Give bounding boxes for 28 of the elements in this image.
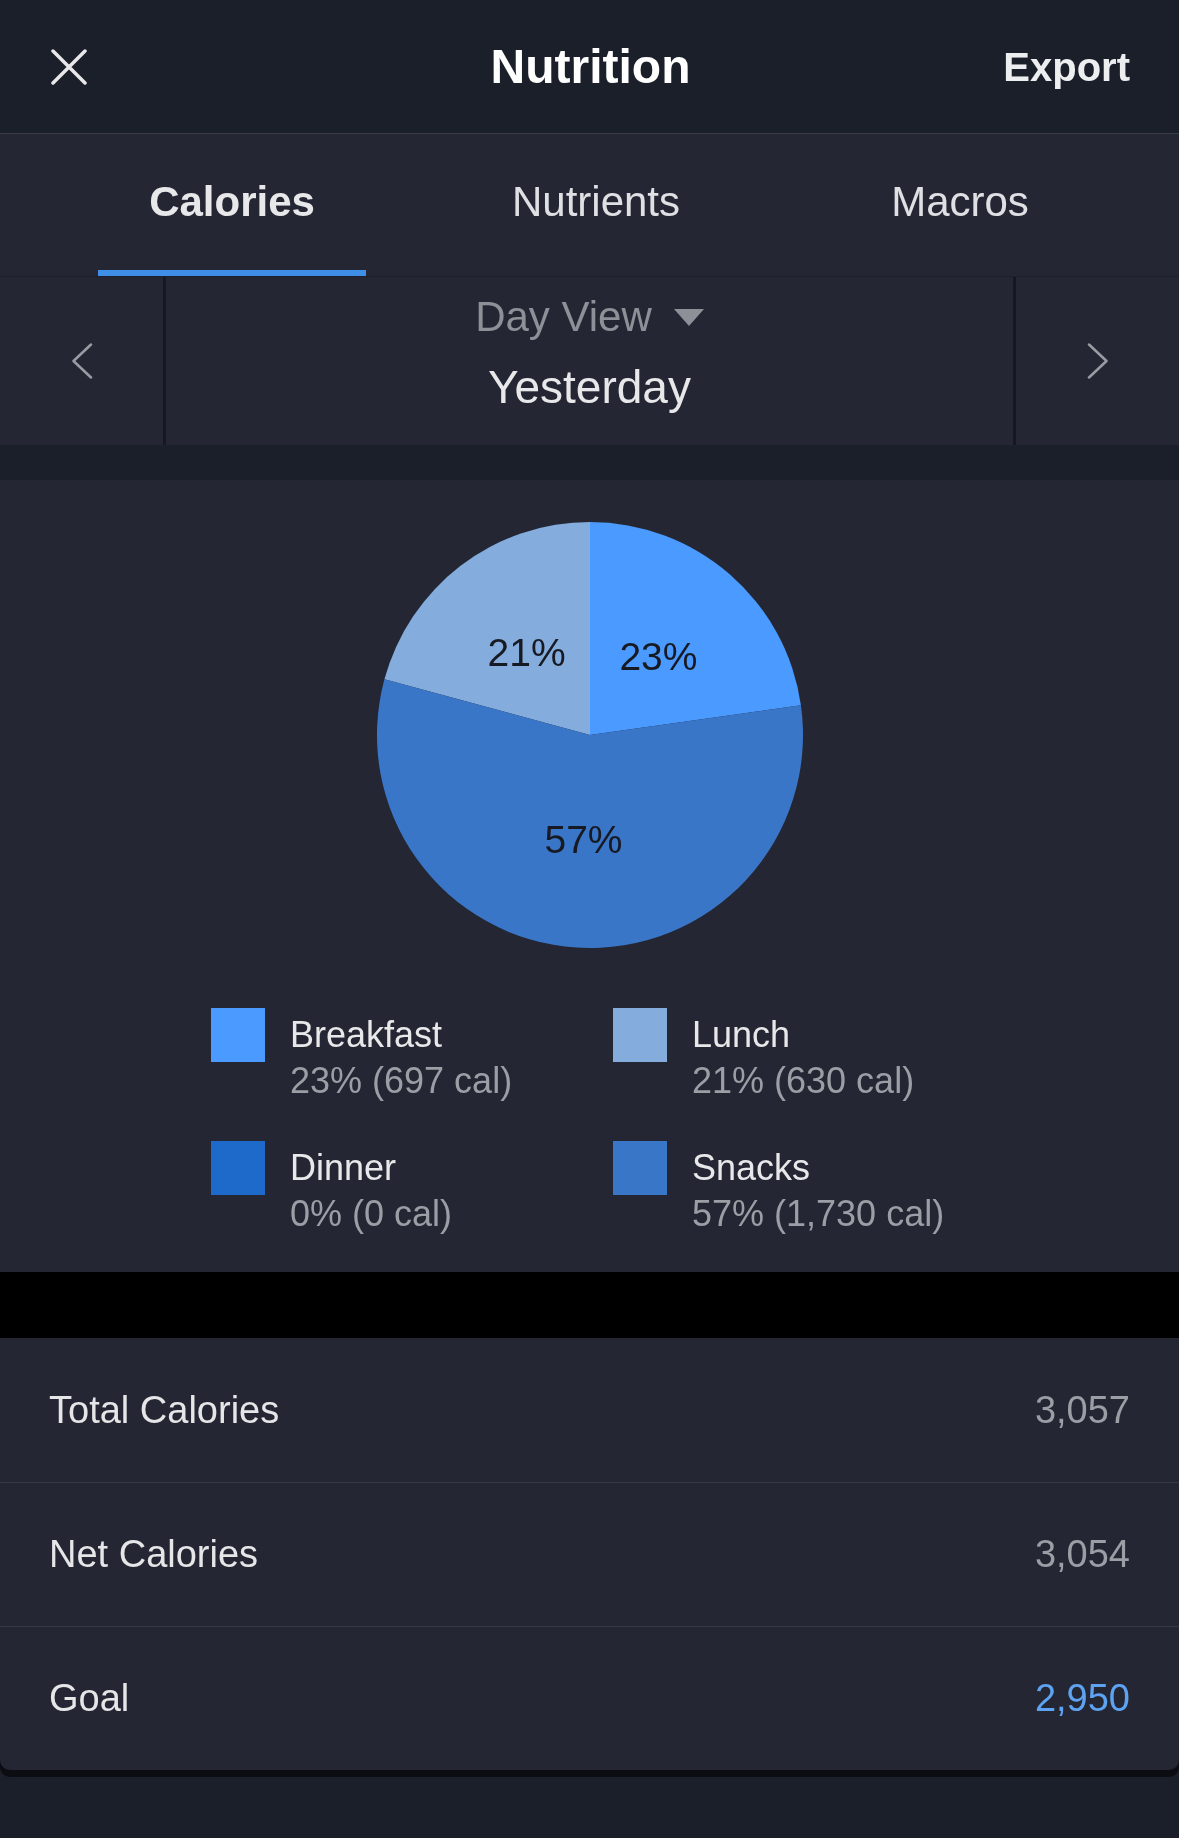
close-icon [51,48,87,85]
screen-title: Nutrition [490,38,691,95]
summary-label: Goal [49,1677,130,1720]
legend-detail: 21% (630 cal) [692,1059,915,1103]
caret-icon [673,308,704,326]
close-button[interactable] [51,48,87,85]
chevron-left-icon [70,343,93,379]
legend-detail: 23% (697 cal) [290,1059,513,1103]
date-label: Yesterday [488,360,691,415]
legend-detail: 57% (1,730 cal) [692,1192,945,1236]
slice-label: 21% [487,630,566,674]
slice-label: 57% [544,817,623,861]
legend-label: Lunch [692,1013,792,1057]
summary-value: 3,057 [1034,1388,1130,1432]
tab[interactable]: Macros [826,134,1094,276]
summary-value[interactable]: 2,950 [1034,1677,1130,1720]
slice-label: 23% [618,634,697,678]
chevron-right-icon [1086,343,1109,379]
export-button[interactable]: Export [1003,42,1130,91]
summary-label: Total Calories [49,1388,280,1432]
view-dropdown[interactable]: Day View [475,292,704,342]
legend-label: Snacks [692,1146,812,1190]
legend-label: Dinner [290,1146,398,1190]
tab[interactable]: Nutrients [462,134,730,276]
legend-label: Breakfast [290,1013,444,1057]
legend-detail: 0% (0 cal) [290,1192,453,1236]
summary-label: Net Calories [49,1533,259,1576]
summary-value: 3,054 [1034,1533,1130,1576]
